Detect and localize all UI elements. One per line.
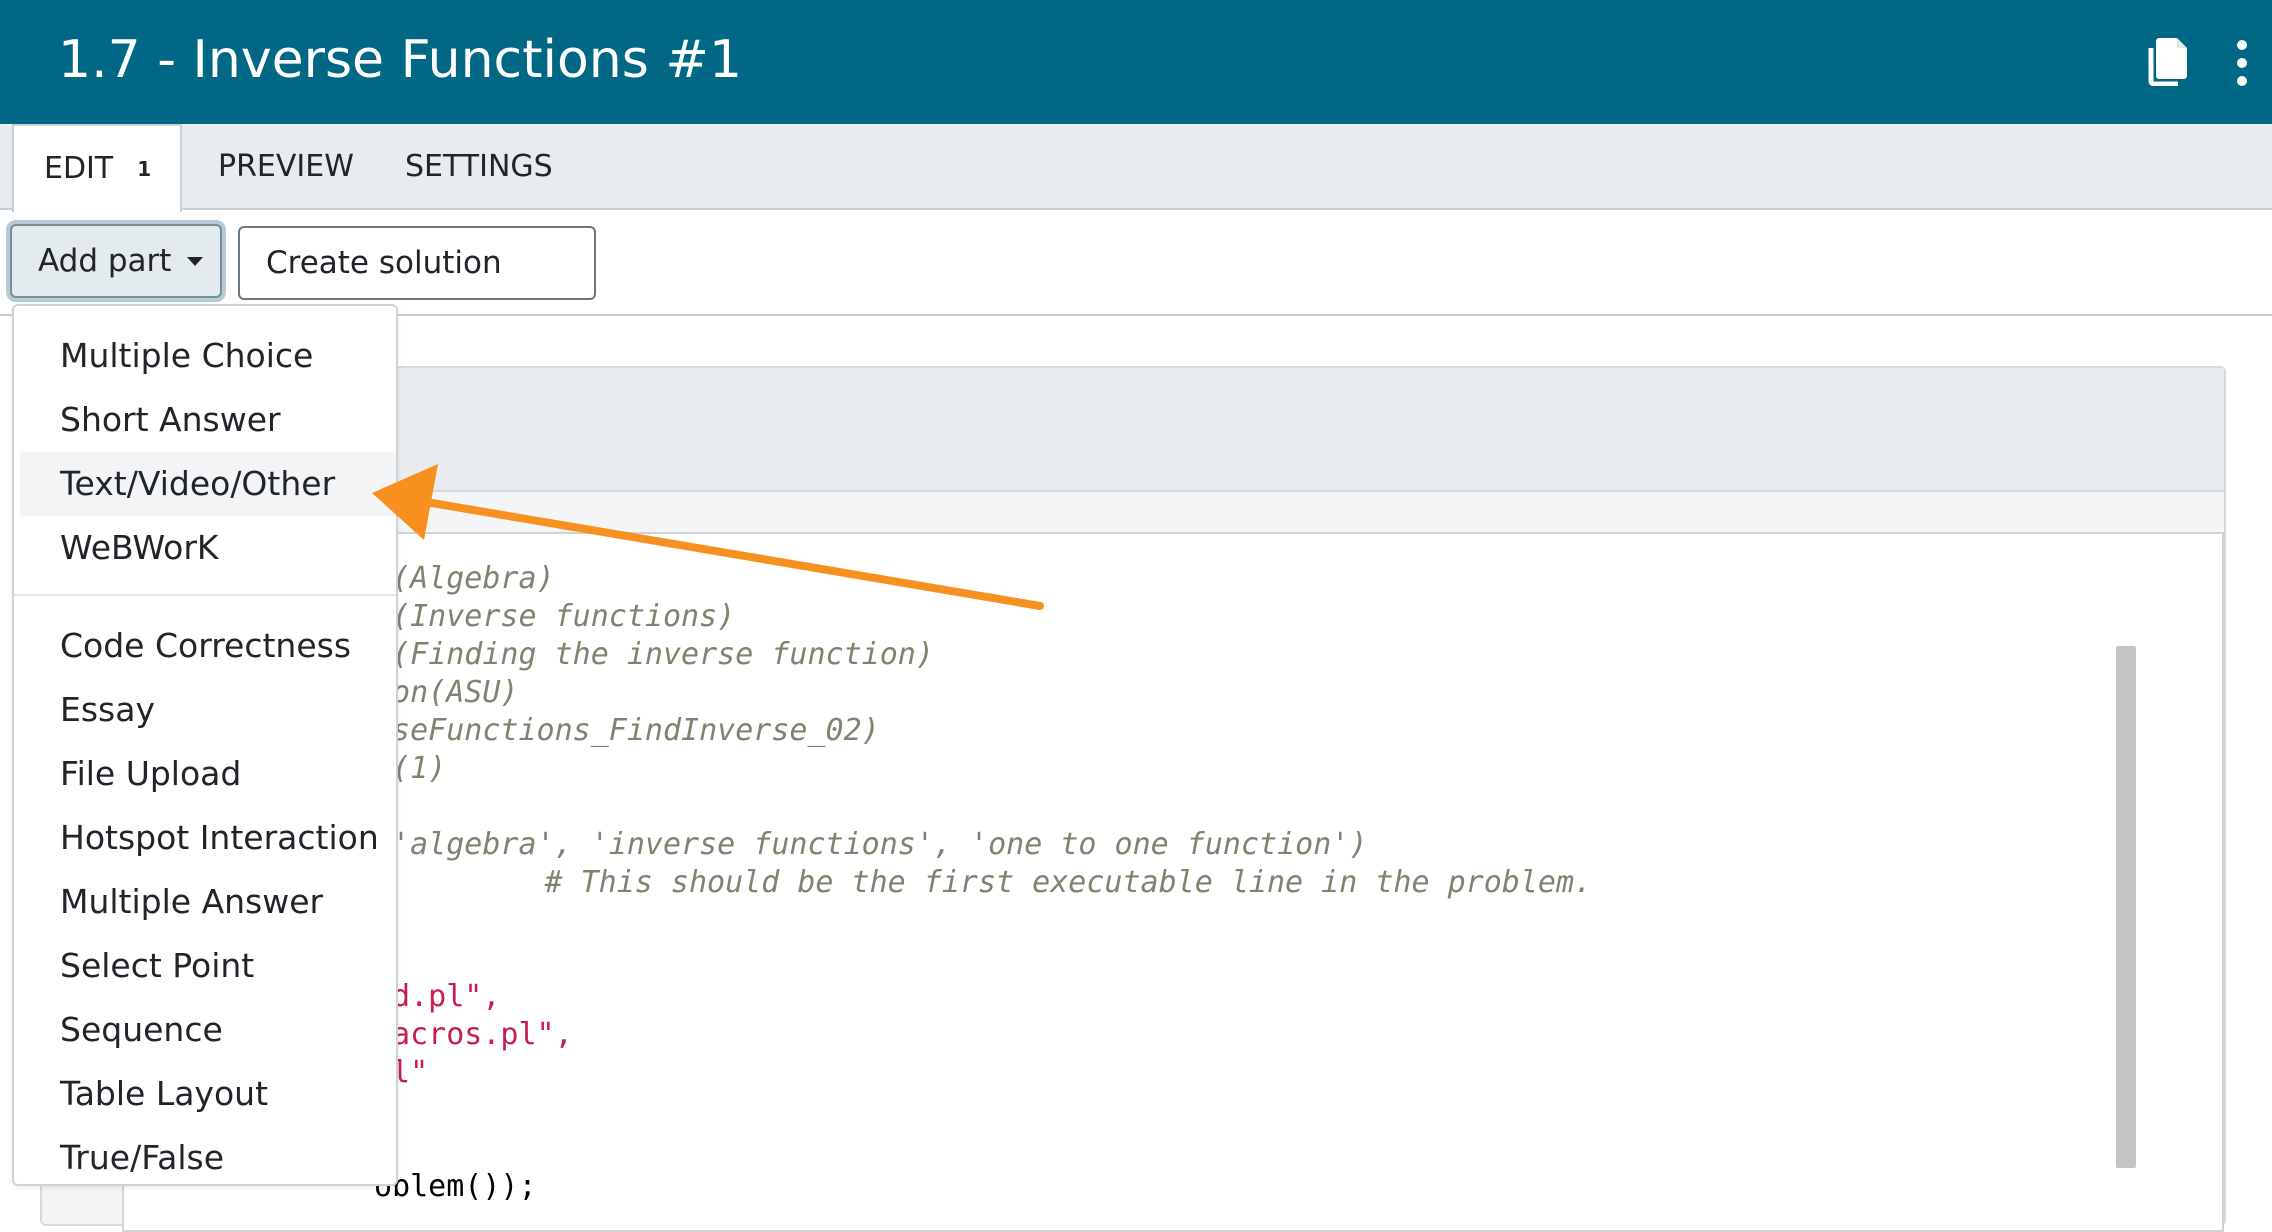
code-line: oblem()); <box>374 1169 537 1204</box>
code-scrollbar[interactable] <box>2116 646 2136 1168</box>
tab-edit[interactable]: EDIT 1 <box>12 124 182 212</box>
menu-item-true-false[interactable]: True/False <box>14 1126 396 1190</box>
menu-item-hotspot-interaction[interactable]: Hotspot Interaction <box>14 806 396 870</box>
menu-item-multiple-choice[interactable]: Multiple Choice <box>14 324 396 388</box>
app-header: 1.7 - Inverse Functions #1 <box>0 0 2272 124</box>
code-editor[interactable]: :(Algebra) r(Inverse functions) n(Findin… <box>122 532 2224 1232</box>
menu-item-webwork[interactable]: WeBWorK <box>14 516 396 580</box>
menu-item-essay[interactable]: Essay <box>14 678 396 742</box>
menu-item-select-point[interactable]: Select Point <box>14 934 396 998</box>
add-part-button[interactable]: Add part <box>10 224 222 298</box>
menu-item-short-answer[interactable]: Short Answer <box>14 388 396 452</box>
code-line: n(Finding the inverse function) <box>374 637 934 672</box>
tab-bar: EDIT 1 PREVIEW SETTINGS <box>0 124 2272 212</box>
tab-settings[interactable]: SETTINGS <box>405 124 553 210</box>
add-part-label: Add part <box>38 243 172 279</box>
add-part-dropdown: Multiple Choice Short Answer Text/Video/… <box>12 304 398 1186</box>
code-line: # This should be the first executable li… <box>400 865 1593 900</box>
copy-icon[interactable] <box>2145 36 2189 86</box>
page-title: 1.7 - Inverse Functions #1 <box>58 30 743 90</box>
code-line: ('algebra', 'inverse functions', 'one to… <box>374 827 1368 862</box>
tab-edit-badge: 1 <box>137 157 152 181</box>
code-line: macros.pl", <box>374 1017 573 1052</box>
menu-divider <box>14 594 396 596</box>
menu-item-multiple-answer[interactable]: Multiple Answer <box>14 870 396 934</box>
code-line: rseFunctions_FindInverse_02) <box>374 713 880 748</box>
kebab-menu-icon[interactable] <box>2230 38 2254 88</box>
code-line: :(Algebra) <box>374 561 555 596</box>
menu-item-file-upload[interactable]: File Upload <box>14 742 396 806</box>
editor-toolbar: Add part Create solution guide <box>0 210 2272 351</box>
create-solution-guide-button[interactable]: Create solution guide <box>238 226 596 351</box>
menu-item-code-correctness[interactable]: Code Correctness <box>14 614 396 678</box>
code-line: r(Inverse functions) <box>374 599 736 634</box>
menu-item-table-layout[interactable]: Table Layout <box>14 1062 396 1126</box>
tab-preview[interactable]: PREVIEW <box>218 124 354 210</box>
caret-down-icon <box>187 257 204 266</box>
menu-item-text-video-other[interactable]: Text/Video/Other <box>20 452 396 516</box>
menu-item-sequence[interactable]: Sequence <box>14 998 396 1062</box>
tab-edit-label: EDIT <box>44 151 114 186</box>
